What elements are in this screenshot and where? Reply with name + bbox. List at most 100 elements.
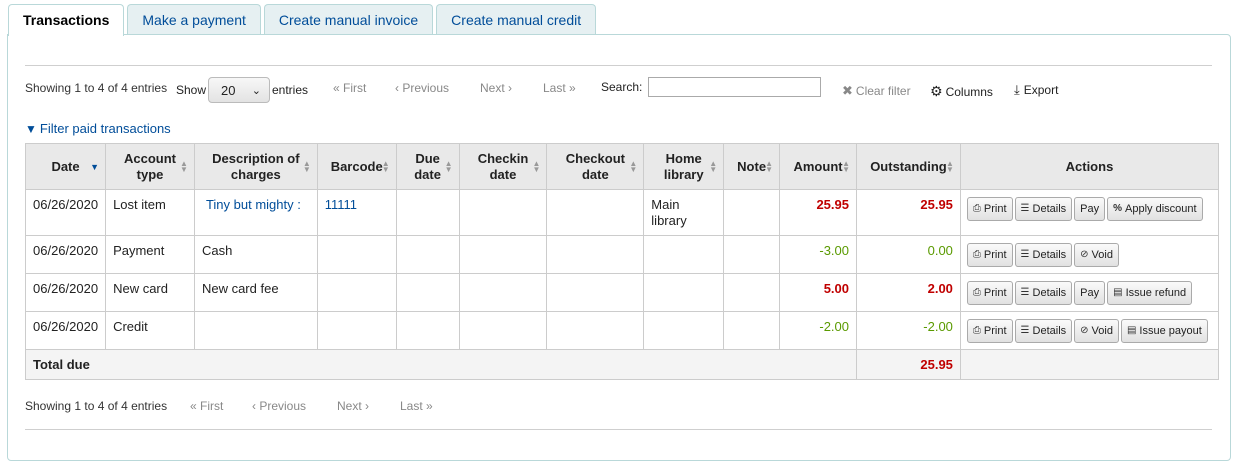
col-home-library[interactable]: Home library ▲ ▼ [643,143,725,190]
sort-icon: ▲ ▼ [709,158,718,174]
issue-refund-button[interactable]: ▤ Issue refund [1107,281,1193,305]
columns-button[interactable]: ⚙ Columns [930,83,993,100]
cell-checkin-date [458,235,548,274]
details-button[interactable]: ☰ Details [1014,197,1073,221]
bottom-previous-link[interactable]: ‹ Previous [252,399,306,413]
top-next-link[interactable]: Next › [480,81,512,95]
details-button[interactable]: ☰ Details [1014,243,1073,267]
col-date[interactable]: Date ▼ [24,143,107,190]
ban-icon: ⊘ [1080,249,1089,260]
cell-barcode [316,273,397,312]
tab-make-payment[interactable]: Make a payment [127,4,261,35]
details-label: Details [1032,203,1067,215]
details-button[interactable]: ☰ Details [1014,281,1073,305]
col-home-library-label: Home library [663,150,704,182]
printer-icon: ⎙ [972,249,981,260]
barcode-link[interactable]: 11111 [325,197,357,212]
search-input[interactable] [648,77,821,97]
void-button[interactable]: ⊘ Void [1074,319,1119,343]
list-icon: ☰ [1020,325,1030,336]
chevron-right-icon: › [508,81,513,95]
export-button[interactable]: ⤓ Export [1014,82,1058,98]
clear-filter-button[interactable]: ✖ Clear filter [842,83,911,99]
money-icon: ▤ [1126,325,1137,336]
bottom-pager-info: Showing 1 to 4 of 4 entries [25,399,168,413]
cell-description: Cash [193,235,318,274]
percent-icon: % [1113,203,1123,214]
top-last-link[interactable]: Last » [543,81,576,95]
col-due-date[interactable]: Due date ▲ ▼ [395,143,460,190]
col-checkout-date[interactable]: Checkout date ▲ ▼ [546,143,645,190]
chevron-left-icon: ‹ [395,81,399,95]
sort-icon: ▲ ▼ [381,158,390,174]
col-actions: Actions [959,143,1220,190]
col-outstanding[interactable]: Outstanding ▲ ▼ [856,143,961,190]
details-button[interactable]: ☰ Details [1014,319,1073,343]
total-due-value: 25.95 [856,349,961,380]
details-label: Details [1032,325,1067,337]
col-checkout-date-label: Checkout date [565,150,625,182]
page-size-select[interactable]: 20 ⌄ [208,77,270,103]
pay-button[interactable]: Pay [1074,281,1106,305]
col-note[interactable]: Note ▲ ▼ [723,143,781,190]
bottom-next-link[interactable]: Next › [337,399,369,413]
cell-checkout-date [546,189,645,236]
cell-checkin-date [458,273,548,312]
apply-discount-button[interactable]: % Apply discount [1107,197,1203,221]
item-title-link[interactable]: Tiny but mighty : [202,197,301,212]
cell-home-library [643,311,725,350]
bottom-last-label: Last [400,399,423,413]
cell-home-library [643,273,725,312]
col-description[interactable]: Description of charges ▲ ▼ [193,143,318,190]
pay-button[interactable]: Pay [1074,197,1106,221]
cell-checkout-date [546,311,645,350]
col-barcode[interactable]: Barcode ▲ ▼ [316,143,397,190]
cell-due-date [395,235,460,274]
cell-actions: ⎙ Print ☰ Details ⊘ Void [959,235,1220,274]
cell-account-type: Lost item [105,189,195,236]
chevron-right-icon: › [365,399,370,413]
bottom-last-link[interactable]: Last » [400,399,433,413]
ban-icon: ⊘ [1080,325,1089,336]
printer-icon: ⎙ [972,325,981,336]
col-checkin-date[interactable]: Checkin date ▲ ▼ [458,143,548,190]
print-button[interactable]: ⎙ Print [966,243,1013,267]
top-previous-link[interactable]: ‹ Previous [395,81,449,95]
double-chevron-left-icon: « [333,81,340,95]
print-button[interactable]: ⎙ Print [966,319,1013,343]
sort-icon: ▲ ▼ [946,158,954,174]
print-label: Print [983,249,1007,261]
issue-refund-label: Issue refund [1125,287,1187,299]
tab-transactions[interactable]: Transactions [8,4,125,36]
top-first-link[interactable]: « First [333,81,366,95]
col-amount[interactable]: Amount ▲ ▼ [779,143,857,190]
sort-icon: ▲ ▼ [842,158,850,174]
sort-icon: ▲ ▼ [532,158,541,174]
col-account-type[interactable]: Account type ▲ ▼ [105,143,195,190]
void-button[interactable]: ⊘ Void [1074,243,1119,267]
cell-barcode [316,235,397,274]
filter-paid-transactions-label: Filter paid transactions [39,121,171,136]
print-button[interactable]: ⎙ Print [966,281,1013,305]
bottom-divider [25,429,1212,430]
details-label: Details [1032,287,1067,299]
transactions-table: Date ▼ Account type ▲ ▼ Description of char… [24,143,1220,380]
sort-icon: ▲ ▼ [302,158,311,174]
cell-note [723,189,781,236]
cell-barcode [316,311,397,350]
col-barcode-label: Barcode [330,158,383,174]
tab-create-manual-credit[interactable]: Create manual credit [436,4,597,35]
tab-create-manual-invoice[interactable]: Create manual invoice [263,4,434,35]
pay-label: Pay [1080,203,1100,215]
table-row: 06/26/2020 Credit -2.00 -2.00 ⎙ Print ☰ Det… [24,311,1220,350]
print-button[interactable]: ⎙ Print [966,197,1013,221]
filter-paid-transactions-link[interactable]: ▼ Filter paid transactions [25,121,171,136]
cell-amount: 5.00 [779,273,857,312]
details-label: Details [1032,249,1067,261]
apply-discount-label: Apply discount [1125,203,1197,215]
entries-label: entries [272,83,309,97]
sort-icon: ▲ ▼ [629,158,638,174]
bottom-first-link[interactable]: « First [190,399,223,413]
issue-payout-button[interactable]: ▤ Issue payout [1120,319,1208,343]
cell-checkin-date [458,189,548,236]
